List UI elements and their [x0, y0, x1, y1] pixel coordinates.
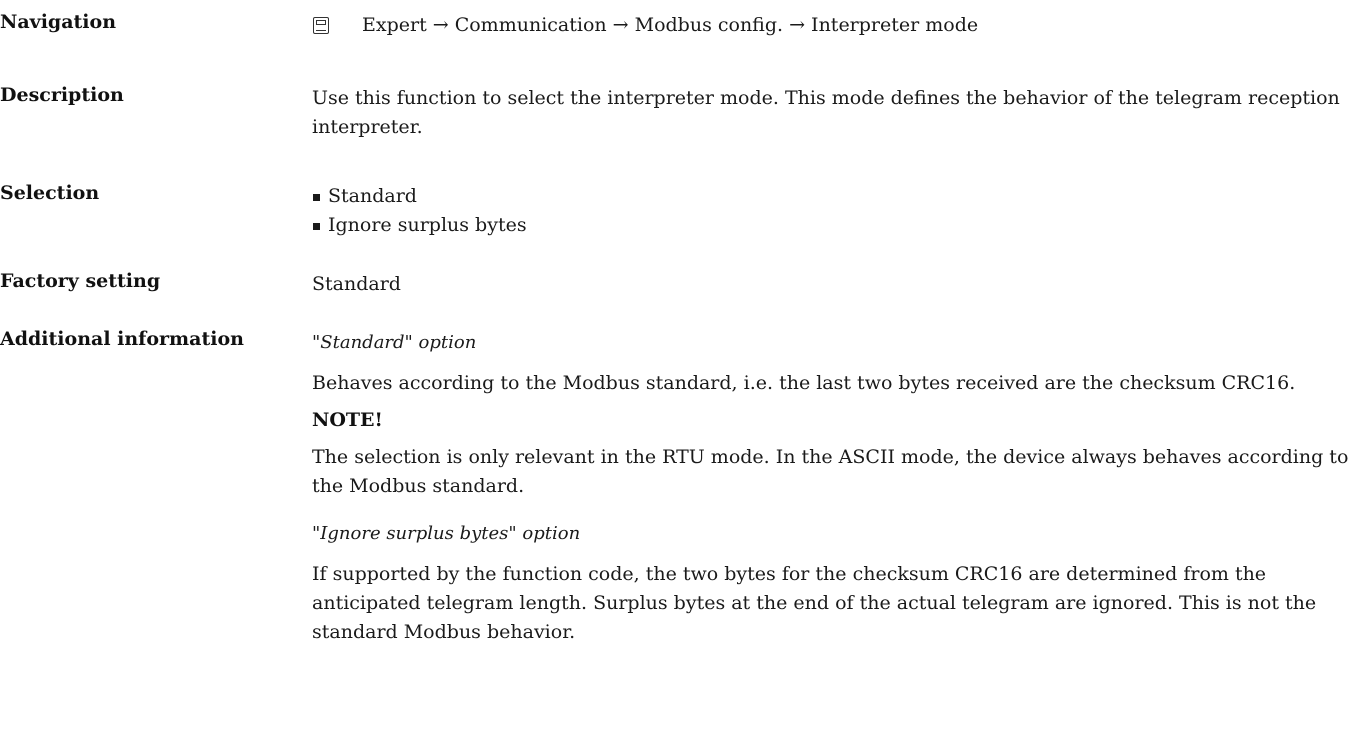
standard-option-text: Behaves according to the Modbus standard…	[312, 372, 1296, 394]
factory-setting-value: Standard	[312, 273, 401, 295]
factory-setting-label: Factory setting	[0, 270, 161, 292]
note-heading: NOTE!	[312, 409, 383, 431]
description-content: Use this function to select the interpre…	[312, 84, 1362, 142]
description-text: Use this function to select the interpre…	[312, 87, 1340, 138]
navigation-content: Expert → Communication → Modbus config. …	[312, 11, 1362, 40]
factory-setting-content: Standard	[312, 270, 1362, 299]
standard-option-heading: "Standard" option	[312, 332, 477, 353]
list-item: Ignore surplus bytes	[312, 211, 1362, 240]
additional-info-label: Additional information	[0, 328, 244, 350]
navigation-label: Navigation	[0, 11, 117, 33]
description-label: Description	[0, 84, 124, 106]
additional-info-content: "Standard" option Behaves according to t…	[312, 328, 1362, 647]
ignore-option-text: If supported by the function code, the t…	[312, 563, 1317, 643]
selection-content: Standard Ignore surplus bytes	[312, 182, 1362, 240]
selection-options-list: Standard Ignore surplus bytes	[312, 182, 1362, 240]
navigation-path: Expert → Communication → Modbus config. …	[362, 14, 979, 36]
ignore-option-heading: "Ignore surplus bytes" option	[312, 523, 581, 544]
list-item: Standard	[312, 182, 1362, 211]
note-text: The selection is only relevant in the RT…	[312, 446, 1349, 497]
menu-display-icon	[313, 17, 329, 34]
selection-label: Selection	[0, 182, 100, 204]
